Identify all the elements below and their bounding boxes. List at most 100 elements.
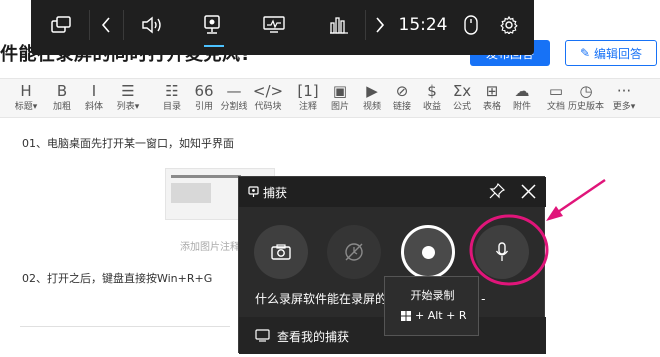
toolbar-item[interactable]: ⊘ 链接 bbox=[386, 81, 418, 113]
pin-icon bbox=[489, 182, 506, 199]
pin-button[interactable] bbox=[489, 182, 507, 201]
toolbar-item-label: 附件 bbox=[512, 102, 531, 112]
toolbar-item-icon: 66 bbox=[194, 82, 214, 100]
gallery-icon bbox=[255, 329, 270, 342]
toolbar-item-label: 图片 bbox=[330, 102, 349, 112]
toolbar-item[interactable]: — 分割线 bbox=[218, 81, 250, 113]
step-2-text: 02、打开之后，键盘直接按Win+R+G bbox=[22, 272, 213, 285]
clock: 15:24 bbox=[395, 0, 451, 50]
toolbar-item-icon: ◷ bbox=[579, 82, 593, 100]
record-history-disabled-icon bbox=[345, 243, 363, 261]
tooltip-shortcut: + Alt + R bbox=[415, 309, 467, 322]
toolbar-item[interactable]: B 加粗 bbox=[46, 81, 78, 113]
game-bar: 15:24 bbox=[31, 0, 534, 55]
toolbar-item-label: 视频 bbox=[362, 102, 381, 112]
speaker-icon bbox=[142, 16, 161, 34]
toolbar-item[interactable]: ▶ 视频 bbox=[356, 81, 388, 113]
toolbar-item-icon: ▭ bbox=[548, 82, 564, 100]
active-indicator bbox=[204, 45, 224, 47]
toolbar-item[interactable]: ☷ 目录 bbox=[156, 81, 188, 113]
settings-button[interactable] bbox=[494, 0, 524, 50]
toolbar-item-label: 表格 bbox=[482, 102, 501, 112]
toolbar-item-label: 斜体 bbox=[84, 102, 103, 112]
toolbar-item-icon: ☷ bbox=[165, 82, 179, 100]
scroll-right-button[interactable] bbox=[368, 0, 392, 50]
step-1-text: 01、电脑桌面先打开某一窗口，如知乎界面 bbox=[22, 137, 234, 150]
toolbar-item-label: 目录 bbox=[162, 102, 181, 112]
toolbar-item[interactable]: ⊞ 表格 bbox=[476, 81, 508, 113]
toolbar-item-label: 列表▾ bbox=[116, 102, 140, 112]
tooltip-title: 开始录制 bbox=[410, 289, 455, 302]
toolbar-item-icon: ⊞ bbox=[485, 82, 499, 100]
toolbar-item-icon: ⊘ bbox=[395, 82, 409, 100]
toolbar-item[interactable]: [1] 注释 bbox=[292, 81, 324, 113]
chevron-right-icon bbox=[376, 17, 385, 33]
close-icon bbox=[521, 184, 536, 199]
toolbar-item[interactable]: ▣ 图片 bbox=[324, 81, 356, 113]
toolbar-item-label: 注释 bbox=[298, 102, 317, 112]
toolbar-item-icon: Σx bbox=[452, 82, 472, 100]
toolbar-item-label: 代码块 bbox=[254, 102, 282, 112]
toolbar-item-icon: I bbox=[91, 82, 97, 100]
toolbar-item[interactable]: ☰ 列表▾ bbox=[112, 81, 144, 113]
toolbar-item[interactable]: H 标题▾ bbox=[10, 81, 42, 113]
chevron-left-icon bbox=[101, 17, 110, 33]
editor-toolbar: H 标题▾ B 加粗 I 斜体 ☰ 列表▾ ☷ 目录 66 引用 — 分割线 </> 代码块 [1] 注释 ▣ 图片 ▶… bbox=[0, 78, 660, 118]
mouse-widget-button[interactable] bbox=[456, 0, 486, 50]
start-recording-tooltip: 开始录制 + Alt + R bbox=[384, 276, 479, 336]
widget-menu-button[interactable] bbox=[41, 0, 81, 50]
toolbar-item[interactable]: ··· 更多▾ bbox=[608, 81, 640, 113]
toolbar-item-label: 文档 bbox=[546, 102, 565, 112]
camera-icon bbox=[271, 244, 291, 260]
record-dot-icon bbox=[421, 245, 435, 259]
toolbar-item-icon: </> bbox=[252, 82, 284, 100]
gear-icon bbox=[500, 16, 518, 34]
capture-widget-button[interactable] bbox=[194, 0, 230, 50]
toolbar-item[interactable]: ☁ 附件 bbox=[506, 81, 538, 113]
toolbar-item-label: 收益 bbox=[422, 102, 441, 112]
divider bbox=[20, 326, 230, 327]
toolbar-item-icon: [1] bbox=[297, 82, 319, 100]
monitor-icon bbox=[263, 16, 285, 33]
toolbar-item[interactable]: Σx 公式 bbox=[446, 81, 478, 113]
toolbar-item[interactable]: ◷ 历史版本 bbox=[568, 81, 604, 113]
view-captures-label: 查看我的捕获 bbox=[277, 330, 350, 344]
capture-title: 捕获 bbox=[263, 186, 288, 200]
toolbar-item-label: 加粗 bbox=[52, 102, 71, 112]
toolbar-item-label: 引用 bbox=[194, 102, 213, 112]
capture-header[interactable]: 捕获 bbox=[239, 177, 546, 207]
image-caption[interactable]: 添加图片注释 bbox=[180, 238, 240, 253]
edit-answer-label: 编辑回答 bbox=[594, 46, 643, 61]
microphone-toggle-button[interactable] bbox=[475, 225, 529, 279]
record-last-30s-button[interactable] bbox=[327, 225, 381, 279]
pencil-icon: ✎ bbox=[579, 46, 591, 60]
screenshot-button[interactable] bbox=[254, 225, 308, 279]
performance-widget-button[interactable] bbox=[256, 0, 292, 50]
audio-widget-button[interactable] bbox=[134, 0, 170, 50]
capture-widget-icon bbox=[248, 186, 259, 197]
toolbar-item-label: 更多▾ bbox=[612, 102, 636, 112]
widget-menu-icon bbox=[51, 16, 71, 33]
toolbar-item[interactable]: </> 代码块 bbox=[252, 81, 284, 113]
windows-logo-icon bbox=[401, 311, 411, 321]
toolbar-item-icon: — bbox=[226, 82, 242, 100]
toolbar-item-label: 标题▾ bbox=[14, 102, 38, 112]
toolbar-item-icon: ··· bbox=[616, 82, 632, 100]
edit-answer-button[interactable]: ✎ 编辑回答 bbox=[565, 40, 657, 66]
close-button[interactable] bbox=[521, 184, 537, 200]
toolbar-item[interactable]: 66 引用 bbox=[188, 81, 220, 113]
bar-chart-icon bbox=[330, 17, 348, 34]
toolbar-item-icon: $ bbox=[427, 82, 437, 100]
toolbar-item-icon: H bbox=[20, 82, 32, 100]
mouse-icon bbox=[464, 15, 478, 35]
clock-text: 15:24 bbox=[398, 15, 448, 35]
toolbar-item-icon: B bbox=[56, 82, 68, 100]
toolbar-item[interactable]: $ 收益 bbox=[416, 81, 448, 113]
toolbar-item[interactable]: I 斜体 bbox=[78, 81, 110, 113]
toolbar-item-icon: ▶ bbox=[366, 82, 378, 100]
capture-icon bbox=[204, 15, 220, 34]
start-recording-button[interactable] bbox=[401, 225, 455, 279]
toolbar-item-icon: ☁ bbox=[514, 82, 530, 100]
resources-widget-button[interactable] bbox=[321, 0, 357, 50]
scroll-left-button[interactable] bbox=[93, 0, 119, 50]
